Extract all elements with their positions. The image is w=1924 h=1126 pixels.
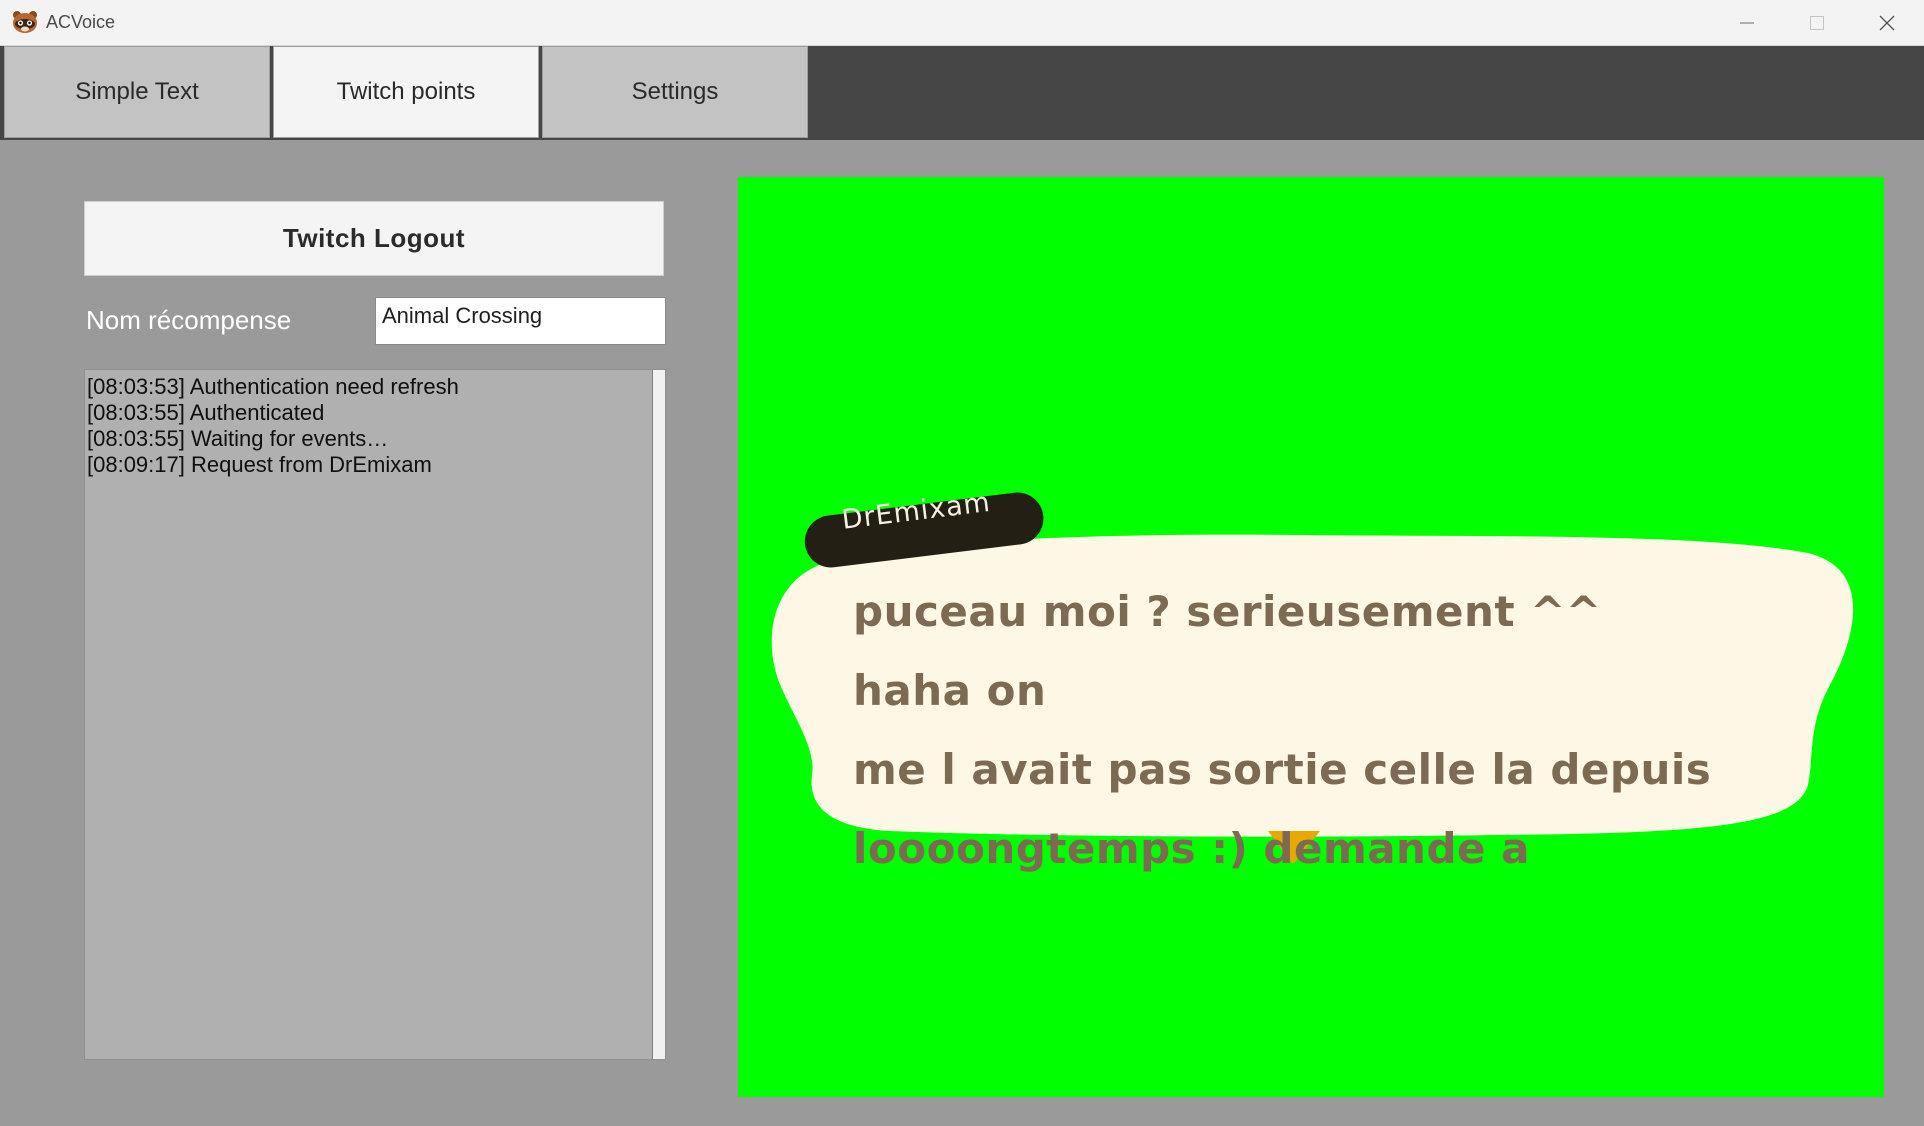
tab-simple-text[interactable]: Simple Text — [4, 46, 270, 138]
tab-twitch-points[interactable]: Twitch points — [273, 46, 539, 138]
minimize-icon — [1740, 22, 1754, 24]
window-title: ACVoice — [46, 12, 116, 32]
twitch-logout-button[interactable]: Twitch Logout — [84, 201, 664, 276]
close-button[interactable] — [1852, 0, 1922, 45]
dialogue-preview: DrEmixam puceau moi ? serieusement ^^ ha… — [738, 177, 1884, 1097]
reward-name-input[interactable]: Animal Crossing — [375, 297, 666, 345]
event-log[interactable]: [08:03:53] Authentication need refresh [… — [84, 369, 666, 1060]
maximize-icon — [1810, 16, 1824, 30]
dialogue-line: puceau moi ? serieusement ^^ haha on — [853, 587, 1602, 715]
raccoon-app-icon — [13, 11, 37, 33]
dialogue-line: me l avait pas sortie celle la depuis — [853, 745, 1712, 794]
app-window: ACVoice Simple Text Twitch points Settin… — [0, 0, 1924, 1126]
dialogue-line: loooongtemps :) demande a — [853, 824, 1530, 873]
maximize-button[interactable] — [1782, 0, 1852, 45]
log-scrollbar[interactable] — [652, 370, 665, 1059]
close-icon — [1879, 15, 1895, 31]
log-lines: [08:03:53] Authentication need refresh [… — [87, 374, 647, 478]
tab-settings[interactable]: Settings — [542, 46, 808, 138]
log-line: [08:03:55] Authenticated — [87, 400, 325, 425]
tab-bar: Simple Text Twitch points Settings — [0, 46, 1924, 140]
log-line: [08:09:17] Request from DrEmixam — [87, 452, 432, 477]
title-bar[interactable]: ACVoice — [0, 0, 1924, 46]
log-line: [08:03:53] Authentication need refresh — [87, 374, 459, 399]
reward-name-label: Nom récompense — [86, 305, 292, 335]
dialogue-text: puceau moi ? serieusement ^^ haha on me … — [853, 572, 1733, 888]
log-line: [08:03:55] Waiting for events… — [87, 426, 389, 451]
minimize-button[interactable] — [1712, 0, 1782, 45]
